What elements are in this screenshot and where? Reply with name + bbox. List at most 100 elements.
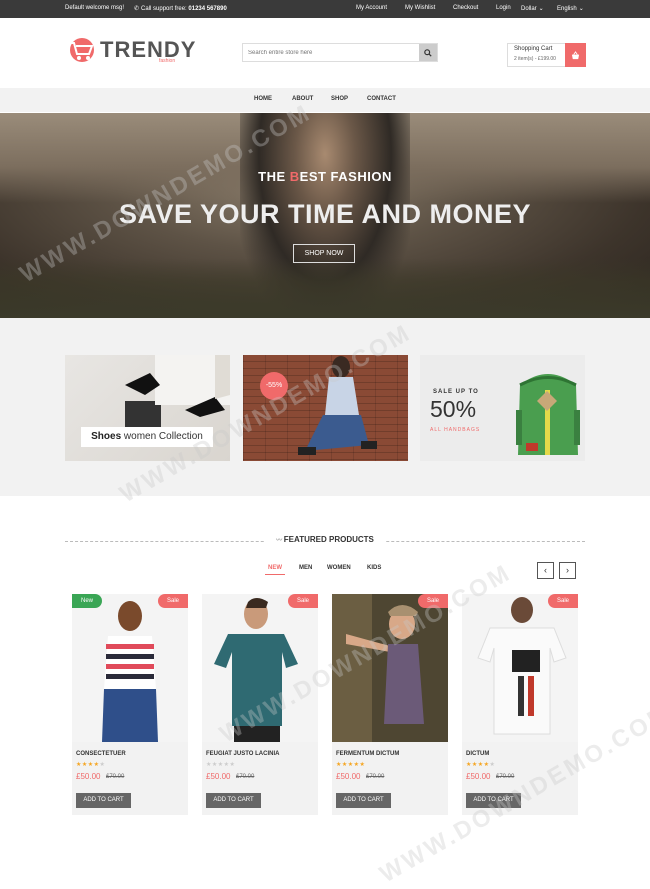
top-link-my-account[interactable]: My Account <box>356 5 387 11</box>
top-link-my-wishlist[interactable]: My Wishlist <box>405 5 435 11</box>
currency-value: Dollar <box>521 6 537 12</box>
search-input[interactable] <box>243 44 419 61</box>
banner-shoes[interactable]: Shoes women Collection <box>65 355 230 461</box>
tab-kids[interactable]: KIDS <box>367 565 381 571</box>
cart-summary: 2 item(s) - £199.00 <box>514 56 556 62</box>
language-value: English <box>557 6 577 12</box>
chevron-down-icon: ⌄ <box>578 6 584 12</box>
product-card[interactable]: Sale FERMENTUM DICTUM ★★★★★ £50.00 £70.0… <box>332 594 448 815</box>
rating-stars-icon: ★★★★★ <box>336 762 366 768</box>
shoes-label: Shoes women Collection <box>81 427 213 447</box>
tab-new[interactable]: NEW <box>265 565 285 575</box>
promo-banners: Shoes women Collection -55% SALE UP TO 5… <box>0 318 650 496</box>
product-info: FEUGIAT JUSTO LACINIA ★★★★★ £50.00 £70.0… <box>202 742 318 815</box>
product-price: £50.00 <box>206 772 231 781</box>
nav-item-shop[interactable]: SHOP <box>331 96 348 102</box>
cart-logo-icon <box>70 38 94 62</box>
sale-badge: Sale <box>288 594 318 608</box>
banner-women[interactable]: -55% <box>243 355 408 461</box>
nav-item-home[interactable]: HOME <box>254 96 272 102</box>
product-photo-tank-top <box>332 594 448 742</box>
product-price: £50.00 <box>466 772 491 781</box>
women-model-image <box>298 356 377 455</box>
next-arrow-button[interactable]: › <box>559 562 576 579</box>
top-link-checkout[interactable]: Checkout <box>453 5 478 11</box>
backpack-image <box>516 374 580 455</box>
shoes-label-rest: women Collection <box>121 431 203 442</box>
product-image[interactable]: Sale <box>332 594 448 742</box>
support-info: ✆ Call support free: 01234 567890 <box>134 5 227 12</box>
basket-icon <box>571 50 580 59</box>
mini-cart[interactable]: Shopping Cart 2 item(s) - £199.00 <box>507 43 586 67</box>
product-price: £50.00 <box>336 772 361 781</box>
tab-men[interactable]: MEN <box>299 565 312 571</box>
add-to-cart-button[interactable]: ADD TO CART <box>336 793 391 808</box>
nav-item-contact[interactable]: CONTACT <box>367 96 396 102</box>
tab-women[interactable]: WOMEN <box>327 565 351 571</box>
hero-kicker-accent: B <box>289 169 300 184</box>
product-image[interactable]: New Sale <box>72 594 188 742</box>
search-icon <box>424 48 432 57</box>
top-link-login[interactable]: Login <box>496 5 511 11</box>
sale-badge: Sale <box>158 594 188 608</box>
hero-kicker: THE BEST FASHION <box>0 169 650 184</box>
featured-title-text: FEATURED PRODUCTS <box>283 535 374 544</box>
product-card[interactable]: Sale DICTUM ★★★★★ £50.00 £70.00 ADD TO C… <box>462 594 578 815</box>
product-old-price: £70.00 <box>496 774 515 780</box>
sale-badge: Sale <box>418 594 448 608</box>
product-name[interactable]: FERMENTUM DICTUM <box>336 751 399 757</box>
product-name[interactable]: CONSECTETUER <box>76 751 126 757</box>
language-select[interactable]: English ⌄ <box>557 5 584 12</box>
hero-headline: SAVE YOUR TIME AND MONEY <box>118 199 532 229</box>
logo[interactable]: TRENDY fashion <box>65 37 195 69</box>
product-info: CONSECTETUER ★★★★★ £50.00 £70.00 ADD TO … <box>72 742 188 815</box>
main-nav: HOME ABOUT SHOP CONTACT <box>0 88 650 112</box>
discount-badge: -55% <box>260 372 288 400</box>
add-to-cart-button[interactable]: ADD TO CART <box>76 793 131 808</box>
hero-kicker-post: EST FASHION <box>299 169 392 184</box>
prev-arrow-button[interactable]: ‹ <box>537 562 554 579</box>
search-box <box>242 43 438 62</box>
shop-now-button[interactable]: SHOP NOW <box>293 244 355 263</box>
banner-handbags[interactable]: SALE UP TO 50% ALL HANDBAGS <box>420 355 585 461</box>
chevron-down-icon: ⌄ <box>538 6 544 12</box>
product-old-price: £70.00 <box>236 774 255 780</box>
product-card[interactable]: New Sale CONSECTETUER ★★★★★ £50.00 £70.0… <box>72 594 188 815</box>
logo-subtitle: fashion <box>159 58 176 64</box>
logo-text: TRENDY <box>100 37 197 62</box>
hero-slider: THE BEST FASHION SAVE YOUR TIME AND MONE… <box>0 113 650 318</box>
product-name[interactable]: FEUGIAT JUSTO LACINIA <box>206 751 279 757</box>
product-old-price: £70.00 <box>366 774 385 780</box>
phone-icon: ✆ <box>134 6 140 12</box>
product-image[interactable]: Sale <box>202 594 318 742</box>
product-photo-teal-tee <box>214 598 298 742</box>
product-old-price: £70.00 <box>106 774 125 780</box>
sale-badge: Sale <box>548 594 578 608</box>
nav-item-about[interactable]: ABOUT <box>292 96 313 102</box>
top-bar: Default welcome msg! ✆ Call support free:… <box>0 0 650 18</box>
product-info: FERMENTUM DICTUM ★★★★★ £50.00 £70.00 ADD… <box>332 742 448 815</box>
currency-select[interactable]: Dollar ⌄ <box>521 5 544 12</box>
add-to-cart-button[interactable]: ADD TO CART <box>206 793 261 808</box>
product-photo-striped-top <box>102 601 158 742</box>
product-image[interactable]: Sale <box>462 594 578 742</box>
new-badge: New <box>72 594 102 608</box>
product-price: £50.00 <box>76 772 101 781</box>
featured-title: 〰 FEATURED PRODUCTS <box>265 533 385 547</box>
hero-kicker-pre: THE <box>258 169 290 184</box>
hero-ground <box>0 258 650 318</box>
welcome-message: Default welcome msg! <box>65 5 125 11</box>
cart-button[interactable] <box>565 43 586 67</box>
support-phone: 01234 567890 <box>188 6 227 12</box>
product-info: DICTUM ★★★★★ £50.00 £70.00 ADD TO CART <box>462 742 578 815</box>
add-to-cart-button[interactable]: ADD TO CART <box>466 793 521 808</box>
support-label: Call support free: <box>141 6 187 12</box>
product-card[interactable]: Sale FEUGIAT JUSTO LACINIA ★★★★★ £50.00 … <box>202 594 318 815</box>
search-button[interactable] <box>419 44 437 61</box>
rating-stars-icon: ★★★★★ <box>206 762 236 768</box>
product-name[interactable]: DICTUM <box>466 751 489 757</box>
product-photo-white-tee <box>477 597 567 735</box>
rating-stars-icon: ★★★★★ <box>76 762 106 768</box>
ornament-icon: 〰 <box>276 538 284 544</box>
shoes-label-strong: Shoes <box>91 431 122 442</box>
